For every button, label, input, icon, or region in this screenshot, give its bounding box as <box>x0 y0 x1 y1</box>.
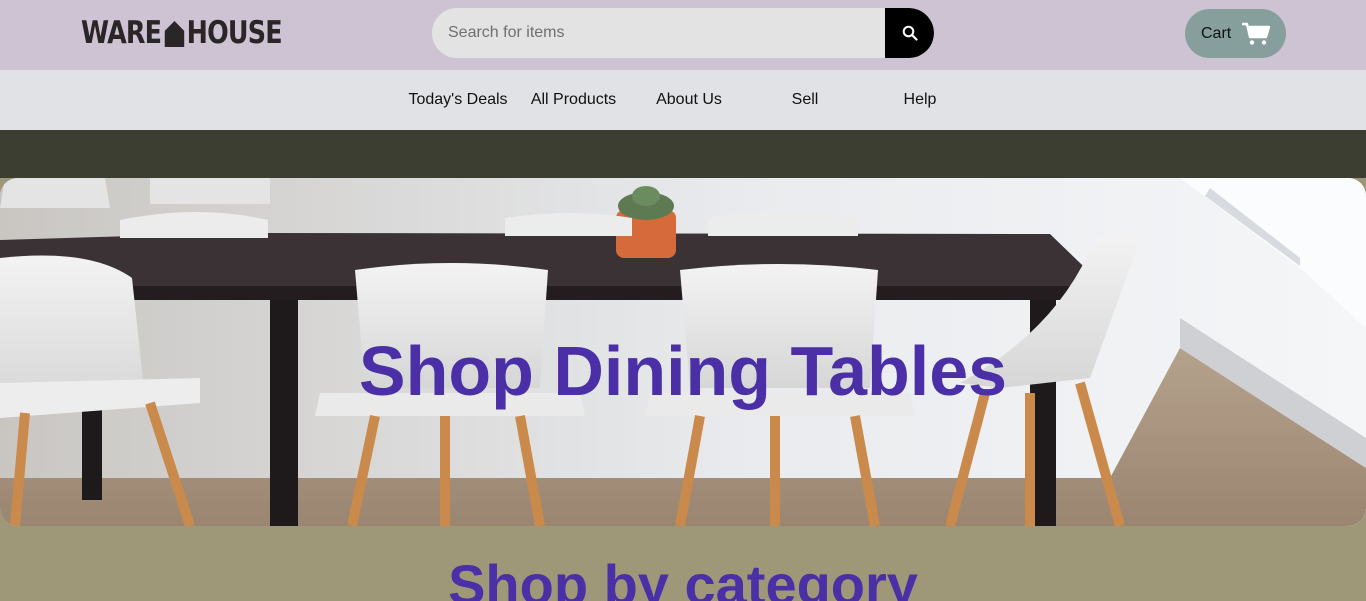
nav-help[interactable]: Help <box>885 70 955 130</box>
search-icon <box>902 25 918 41</box>
cart-button[interactable]: Cart <box>1185 9 1286 58</box>
shopping-cart-icon <box>1242 22 1271 45</box>
category-heading: Shop by category <box>448 553 918 601</box>
nav-about-us[interactable]: About Us <box>640 70 738 130</box>
nav-all-products[interactable]: All Products <box>518 70 629 130</box>
house-icon <box>164 19 185 47</box>
shop-by-category-section: Shop by category <box>0 526 1366 601</box>
main-nav: Today's Deals All Products About Us Sell… <box>0 70 1366 130</box>
search-bar <box>432 8 934 58</box>
nav-sell[interactable]: Sell <box>770 70 840 130</box>
section-divider <box>0 130 1366 178</box>
logo-text-house: HOUSE <box>186 15 283 51</box>
warehouse-logo[interactable]: WARE HOUSE <box>81 15 283 51</box>
hero-banner[interactable]: Shop Dining Tables <box>0 178 1366 526</box>
search-input[interactable] <box>432 8 885 58</box>
top-header: WARE HOUSE Cart <box>0 0 1366 70</box>
cart-label: Cart <box>1201 24 1232 42</box>
search-button[interactable] <box>885 8 934 58</box>
hero-title: Shop Dining Tables <box>358 332 1008 410</box>
logo-text-ware: WARE <box>81 15 162 51</box>
nav-todays-deals[interactable]: Today's Deals <box>401 70 515 130</box>
